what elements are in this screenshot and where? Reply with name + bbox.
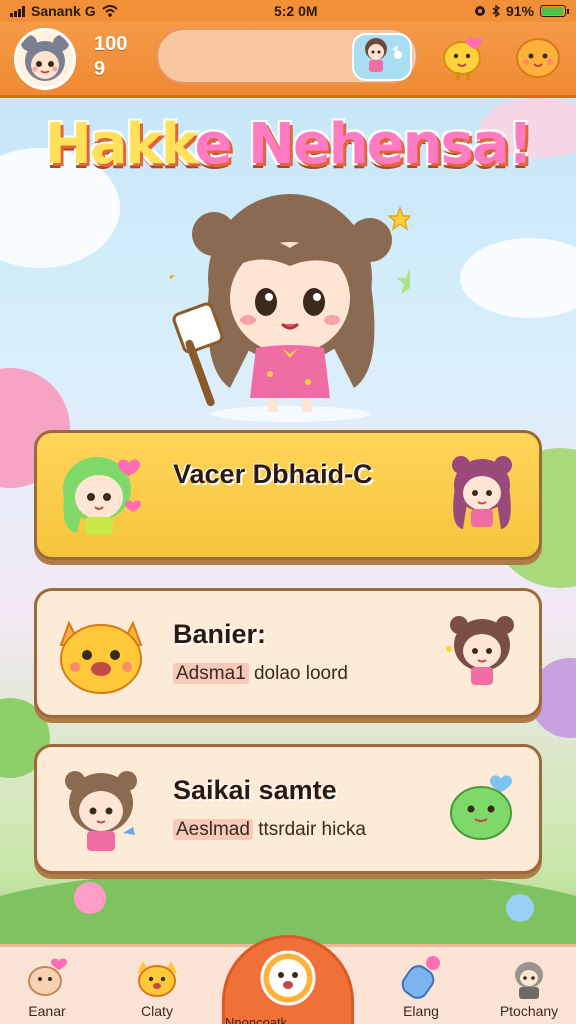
duck-heart-icon[interactable] xyxy=(438,30,490,82)
signal-icon xyxy=(10,5,25,17)
bottom-nav: Eanar Claty Nnoncoatk Elang Ptochany xyxy=(0,935,576,1024)
green-blob-icon xyxy=(450,775,512,840)
alarm-icon xyxy=(474,6,485,16)
stat-coins: 100 xyxy=(94,33,128,55)
card-2-subtitle: Adsma1 dolao loord xyxy=(173,663,348,685)
hero-girl-character xyxy=(170,194,410,422)
nav-label-ptochany: Ptochany xyxy=(499,1003,559,1019)
battery-icon xyxy=(539,5,569,17)
bear-ear-girl-icon xyxy=(446,616,514,685)
card-3-subtitle: Aeslmad ttsrdair hicka xyxy=(173,819,366,841)
friend-icon xyxy=(515,962,543,999)
stat-level: 9 xyxy=(94,58,106,80)
card-2-title: Banier: xyxy=(173,619,267,649)
mode-card-2[interactable]: Banier: Adsma1 dolao loord xyxy=(34,588,542,718)
player-avatar[interactable] xyxy=(14,28,76,90)
green-hair-girl-icon xyxy=(63,457,141,535)
title-part-2: e Nehensa! xyxy=(194,112,533,177)
card-3-subtitle-highlight: Aeslmad xyxy=(173,819,253,840)
nav-label-nnoncoatk: Nnoncoatk xyxy=(225,1015,288,1024)
card-3-subtitle-rest: ttsrdair hicka xyxy=(252,819,366,840)
brown-hair-girl-icon xyxy=(65,771,137,851)
card-2-subtitle-highlight: Adsma1 xyxy=(173,663,249,684)
nav-item-ptochany[interactable]: Ptochany xyxy=(484,953,574,1024)
card-1-title: Vacer Dbhaid-C xyxy=(173,459,373,489)
mode-card-1[interactable]: Vacer Dbhaid-C xyxy=(34,430,542,560)
mode-card-3[interactable]: Saikai samte Aeslmad ttsrdair hicka xyxy=(34,744,542,874)
nav-item-claty[interactable]: Claty xyxy=(112,953,202,1024)
card-3-title: Saikai samte xyxy=(173,775,337,805)
card-2-subtitle-rest: dolao loord xyxy=(248,663,348,684)
status-time: 5:2 0M xyxy=(273,3,318,19)
status-bar: Sanank G 5:2 0M 91% xyxy=(0,0,576,22)
battery-percent: 91% xyxy=(505,3,534,19)
creature-icon xyxy=(28,958,67,996)
carrier-label: Sanank G xyxy=(31,3,96,19)
orange-blob-icon[interactable] xyxy=(512,30,564,82)
game-title: Hakke Nehensa! xyxy=(0,112,576,177)
title-part-1: Hakk xyxy=(44,112,197,177)
cat-icon xyxy=(137,961,177,997)
nav-item-nnoncoatk[interactable]: Nnoncoatk xyxy=(222,935,354,1024)
home-mascot-icon xyxy=(260,950,316,1006)
nav-item-eanar[interactable]: Eanar xyxy=(2,953,92,1024)
yellow-cat-icon xyxy=(59,620,143,694)
potion-icon xyxy=(401,956,440,999)
search-bar[interactable] xyxy=(156,28,418,84)
friend-chip[interactable] xyxy=(352,33,412,81)
top-bar: 100 9 xyxy=(0,22,576,98)
nav-item-elang[interactable]: Elang xyxy=(376,953,466,1024)
nav-label-claty: Claty xyxy=(141,1003,173,1019)
bluetooth-icon xyxy=(492,5,500,17)
purple-hair-girl-icon xyxy=(452,456,512,529)
wifi-icon xyxy=(101,5,118,17)
player-stats: 100 9 xyxy=(94,32,127,82)
nav-label-eanar: Eanar xyxy=(28,1003,66,1019)
nav-label-elang: Elang xyxy=(403,1003,439,1019)
chibi-girl-icon xyxy=(365,38,402,72)
bear-girl-avatar-icon xyxy=(21,35,69,81)
